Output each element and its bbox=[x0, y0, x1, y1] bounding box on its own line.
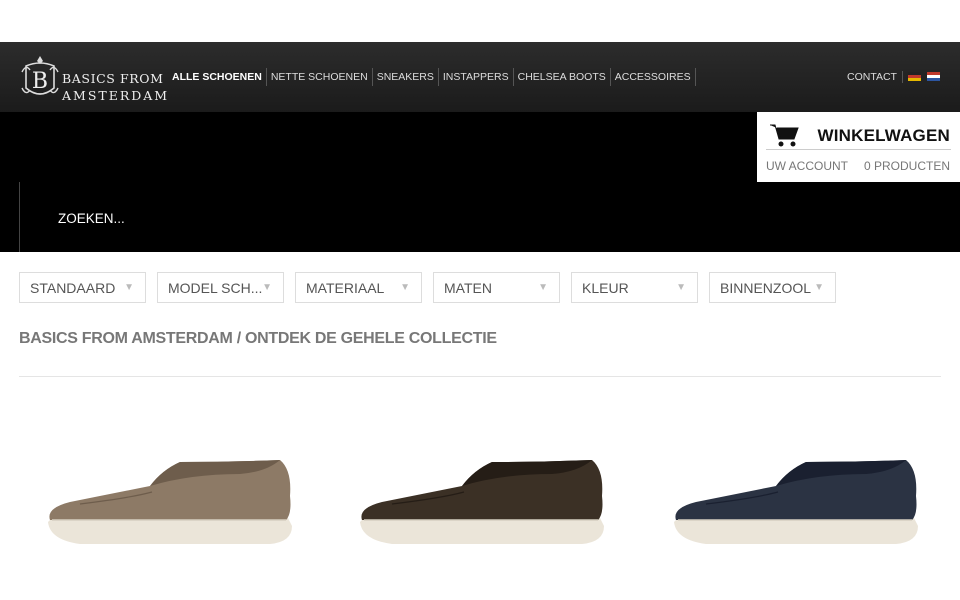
account-link[interactable]: UW ACCOUNT bbox=[766, 159, 848, 173]
product-image-loafer bbox=[48, 460, 292, 544]
filter-label: STANDAARD bbox=[30, 280, 116, 296]
nav-item-instappers[interactable]: INSTAPPERS bbox=[439, 68, 514, 86]
filter-model[interactable]: MODEL SCH... ▼ bbox=[157, 272, 284, 303]
dropdown-arrow-icon: ▼ bbox=[676, 282, 686, 293]
product-image-loafer bbox=[360, 460, 604, 544]
cart-divider bbox=[766, 149, 951, 150]
cart-icon[interactable] bbox=[769, 122, 799, 148]
filter-maten[interactable]: MATEN ▼ bbox=[433, 272, 560, 303]
nav-item-accessoires[interactable]: ACCESSOIRES bbox=[611, 68, 696, 86]
svg-text:B: B bbox=[32, 69, 48, 94]
nav-item-nette-schoenen[interactable]: NETTE SCHOENEN bbox=[267, 68, 373, 86]
dropdown-arrow-icon: ▼ bbox=[124, 282, 134, 293]
dutch-flag-icon[interactable] bbox=[927, 72, 940, 81]
brand-logo[interactable]: B BASICS FROM AMSTERDAM bbox=[20, 52, 170, 104]
dropdown-arrow-icon: ▼ bbox=[814, 282, 824, 293]
product-card[interactable] bbox=[352, 440, 612, 560]
cart-widget[interactable]: WINKELWAGEN UW ACCOUNT 0 PRODUCTEN bbox=[757, 112, 960, 182]
dropdown-arrow-icon: ▼ bbox=[400, 282, 410, 293]
cart-title[interactable]: WINKELWAGEN bbox=[817, 126, 950, 146]
product-image-loafer bbox=[674, 460, 918, 544]
filter-kleur[interactable]: KLEUR ▼ bbox=[571, 272, 698, 303]
filter-label: MATERIAAL bbox=[306, 280, 385, 296]
filter-label: MATEN bbox=[444, 280, 492, 296]
nav-item-chelsea-boots[interactable]: CHELSEA BOOTS bbox=[514, 68, 611, 86]
filter-label: KLEUR bbox=[582, 280, 629, 296]
search-bar bbox=[19, 182, 960, 252]
shoe-sole bbox=[360, 518, 604, 544]
brand-name-line1: BASICS FROM bbox=[62, 71, 164, 86]
filter-label: BINNENZOOL bbox=[720, 280, 812, 296]
dropdown-arrow-icon: ▼ bbox=[538, 282, 548, 293]
main-navbar: B BASICS FROM AMSTERDAM ALLE SCHOENEN NE… bbox=[0, 42, 960, 112]
contact-link[interactable]: CONTACT bbox=[847, 71, 903, 83]
filter-bar: STANDAARD ▼ MODEL SCH... ▼ MATERIAAL ▼ M… bbox=[19, 272, 836, 303]
product-card[interactable] bbox=[40, 440, 300, 560]
search-input[interactable] bbox=[58, 206, 658, 230]
shoe-sole bbox=[48, 518, 292, 544]
filter-materiaal[interactable]: MATERIAAL ▼ bbox=[295, 272, 422, 303]
dropdown-arrow-icon: ▼ bbox=[262, 282, 272, 293]
nav-item-alle-schoenen[interactable]: ALLE SCHOENEN bbox=[168, 68, 267, 86]
nav-item-sneakers[interactable]: SNEAKERS bbox=[373, 68, 439, 86]
german-flag-icon[interactable] bbox=[908, 72, 921, 81]
top-whitespace bbox=[0, 0, 960, 42]
filter-standaard[interactable]: STANDAARD ▼ bbox=[19, 272, 146, 303]
page-title-breadcrumb: BASICS FROM AMSTERDAM / ONTDEK DE GEHELE… bbox=[19, 330, 497, 347]
product-card[interactable] bbox=[666, 440, 926, 560]
filter-label: MODEL SCH... bbox=[168, 280, 263, 296]
content-divider bbox=[19, 376, 941, 377]
cart-count[interactable]: 0 PRODUCTEN bbox=[864, 159, 950, 173]
brand-crest-icon: B bbox=[21, 56, 59, 95]
brand-name: BASICS FROM AMSTERDAM bbox=[62, 70, 169, 104]
brand-name-line2: AMSTERDAM bbox=[62, 88, 170, 103]
category-nav: ALLE SCHOENEN NETTE SCHOENEN SNEAKERS IN… bbox=[168, 68, 696, 86]
shoe-sole bbox=[674, 518, 918, 544]
filter-binnenzool[interactable]: BINNENZOOL ▼ bbox=[709, 272, 836, 303]
